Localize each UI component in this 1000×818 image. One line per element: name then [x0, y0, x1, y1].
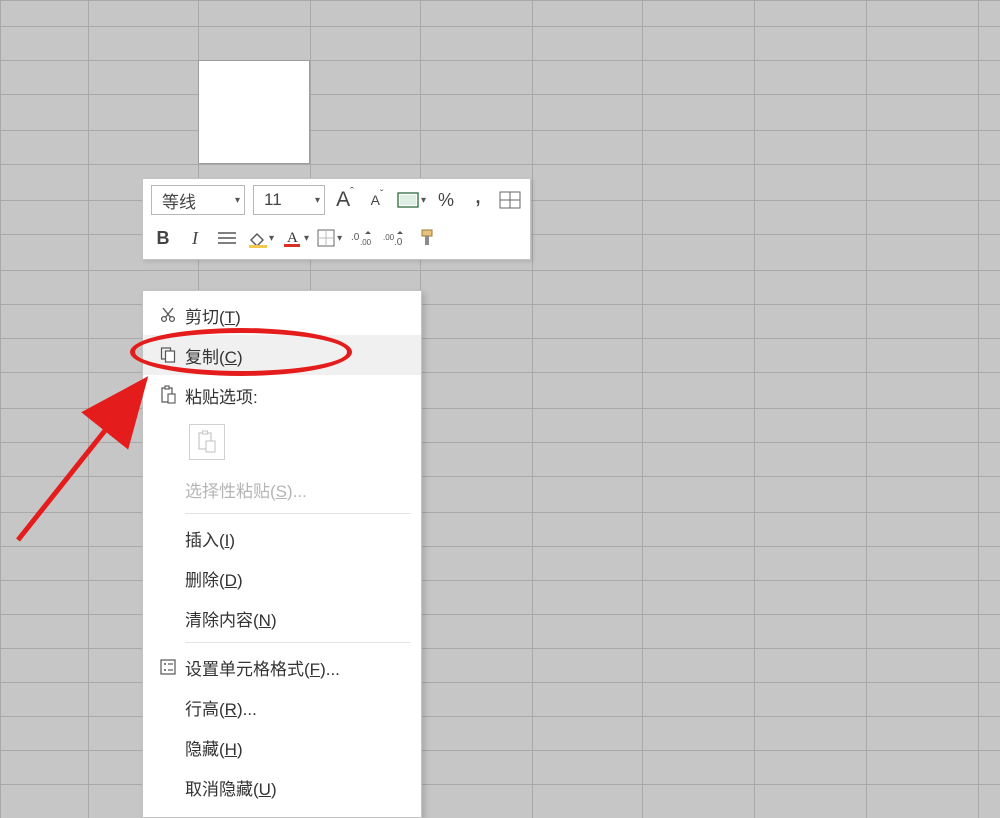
- format-painter-button[interactable]: [414, 224, 438, 252]
- menu-item-label: 粘贴选项:: [185, 383, 411, 408]
- menu-item-label: 清除内容(N): [185, 606, 411, 631]
- menu-item-label: 插入(I): [185, 526, 411, 551]
- svg-text:.0: .0: [351, 232, 360, 243]
- menu-separator: [185, 642, 411, 643]
- svg-text:.0: .0: [394, 237, 403, 246]
- paste-option-default[interactable]: [189, 424, 225, 460]
- menu-item-label: 设置单元格格式(F)...: [185, 655, 411, 680]
- bold-button[interactable]: B: [151, 224, 175, 252]
- menu-item-label: 选择性粘贴(S)...: [185, 477, 411, 502]
- menu-item-unhide[interactable]: 取消隐藏(U): [143, 767, 421, 807]
- menu-item-insert[interactable]: 插入(I): [143, 518, 421, 558]
- menu-item-paste-options: 粘贴选项:: [143, 375, 421, 415]
- menu-item-delete[interactable]: 删除(D): [143, 558, 421, 598]
- menu-separator: [185, 513, 411, 514]
- svg-text:A: A: [287, 230, 298, 246]
- selected-cell[interactable]: [198, 60, 310, 164]
- svg-text:.00: .00: [360, 238, 372, 246]
- menu-item-label: 剪切(T): [185, 303, 411, 328]
- menu-item-hide[interactable]: 隐藏(H): [143, 727, 421, 767]
- fill-color-button[interactable]: [247, 224, 274, 252]
- font-name-combo[interactable]: 等线 ▾: [151, 185, 245, 215]
- number-format-button[interactable]: [397, 186, 426, 214]
- comma-style-button[interactable]: ,: [466, 180, 490, 208]
- merge-cells-button[interactable]: [498, 186, 522, 214]
- paste-options-row: [143, 415, 421, 469]
- menu-item-label: 行高(R)...: [185, 695, 411, 720]
- menu-item-paste-special: 选择性粘贴(S)...: [143, 469, 421, 509]
- mini-toolbar: 等线 ▾ 11 ▾ Aˆ Aˇ % , B I A: [142, 178, 531, 260]
- increase-font-button[interactable]: Aˆ: [333, 186, 357, 214]
- menu-item-label: 隐藏(H): [185, 735, 411, 760]
- chevron-down-icon: ▾: [315, 195, 320, 206]
- borders-button[interactable]: [317, 224, 342, 252]
- svg-text:.00: .00: [383, 233, 395, 242]
- scissors-icon: [151, 306, 185, 324]
- menu-item-row-height[interactable]: 行高(R)...: [143, 687, 421, 727]
- menu-item-label: 删除(D): [185, 566, 411, 591]
- menu-item-label: 复制(C): [185, 343, 411, 368]
- menu-item-cut[interactable]: 剪切(T): [143, 295, 421, 335]
- font-size-value: 11: [264, 190, 282, 210]
- paste-icon: [151, 385, 185, 405]
- increase-decimal-button[interactable]: .0.00: [350, 224, 374, 252]
- format-cells-icon: [151, 658, 185, 676]
- percent-style-button[interactable]: %: [434, 186, 458, 214]
- menu-item-clear-contents[interactable]: 清除内容(N): [143, 598, 421, 638]
- decrease-decimal-button[interactable]: .00.0: [382, 224, 406, 252]
- align-button[interactable]: [215, 224, 239, 252]
- copy-icon: [151, 346, 185, 364]
- font-size-combo[interactable]: 11 ▾: [253, 185, 325, 215]
- font-color-button[interactable]: A: [282, 224, 309, 252]
- chevron-down-icon: ▾: [235, 195, 240, 206]
- font-name-value: 等线: [162, 188, 196, 213]
- menu-item-label: 取消隐藏(U): [185, 775, 411, 800]
- italic-button[interactable]: I: [183, 224, 207, 252]
- menu-item-copy[interactable]: 复制(C): [143, 335, 421, 375]
- decrease-font-button[interactable]: Aˇ: [365, 186, 389, 214]
- menu-item-format-cells[interactable]: 设置单元格格式(F)...: [143, 647, 421, 687]
- context-menu: 剪切(T) 复制(C) 粘贴选项: 选择性粘贴(S)... 插入(I) 删除(D…: [142, 290, 422, 818]
